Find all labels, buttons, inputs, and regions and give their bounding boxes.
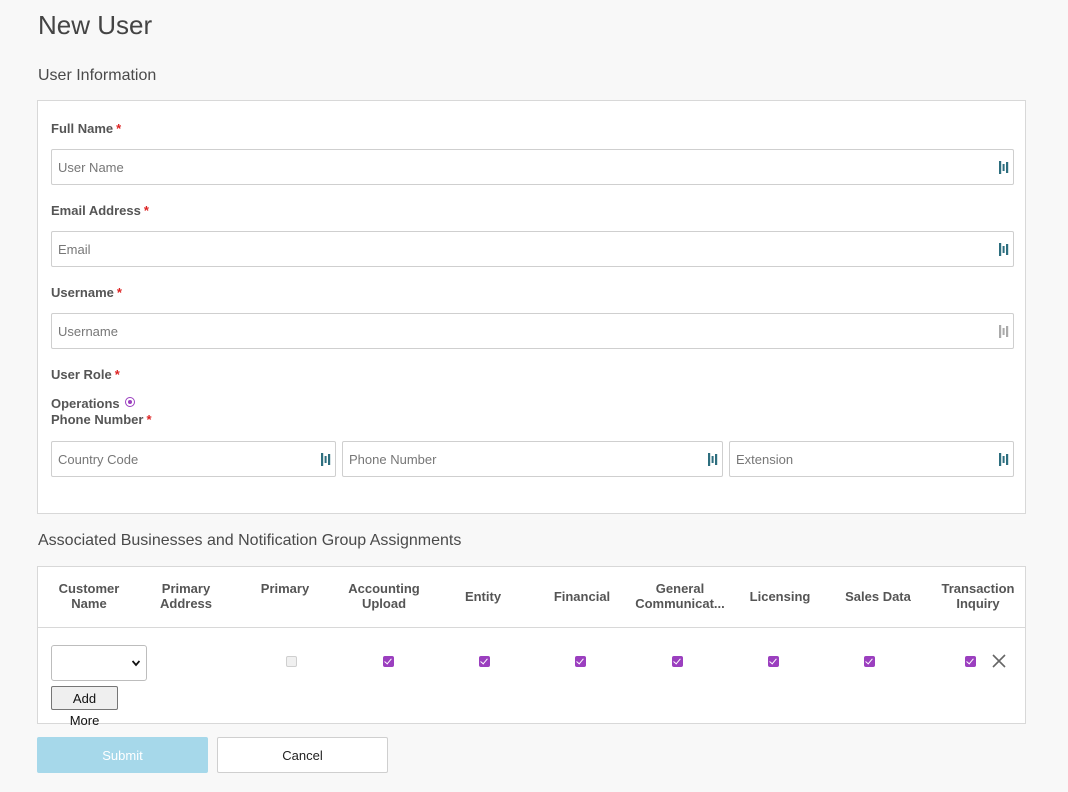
phone-number-field[interactable] (342, 441, 723, 477)
column-header-financial: Financial (553, 589, 611, 604)
customer-name-select[interactable] (51, 645, 147, 681)
general-communications-checkbox[interactable] (672, 656, 683, 667)
financial-checkbox[interactable] (575, 656, 586, 667)
required-marker: * (116, 285, 122, 300)
full-name-label-text: Full Name (51, 121, 114, 136)
password-manager-icon[interactable] (708, 453, 718, 466)
page-title: New User (38, 10, 153, 40)
primary-checkbox[interactable] (286, 656, 297, 667)
password-manager-icon[interactable] (999, 325, 1009, 338)
column-header-sales-data: Sales Data (845, 589, 911, 604)
entity-checkbox[interactable] (479, 656, 490, 667)
cancel-button[interactable]: Cancel (217, 737, 388, 773)
user-role-label: User Role * (51, 367, 120, 382)
column-header-transaction-inquiry: Transaction Inquiry (941, 581, 1015, 611)
column-header-licensing: Licensing (749, 589, 811, 604)
accounting-upload-checkbox[interactable] (383, 656, 394, 667)
submit-button[interactable]: Submit (37, 737, 208, 773)
country-code-field[interactable] (51, 441, 336, 477)
required-marker: * (116, 121, 122, 136)
password-manager-icon[interactable] (321, 453, 331, 466)
email-field[interactable] (51, 231, 1014, 267)
chevron-down-icon (132, 660, 140, 667)
email-label: Email Address * (51, 203, 149, 218)
username-field[interactable] (51, 313, 1014, 349)
close-icon[interactable] (991, 653, 1007, 669)
username-label: Username * (51, 285, 122, 300)
user-information-panel: Full Name* Email Address* Username* User… (37, 100, 1026, 514)
section-title-user-information: User Information (38, 67, 157, 84)
username-input[interactable] (52, 314, 983, 348)
full-name-label: Full Name * (51, 121, 121, 136)
password-manager-icon[interactable] (999, 453, 1009, 466)
required-marker: * (114, 367, 120, 382)
user-role-label-text: User Role (51, 367, 112, 382)
password-manager-icon[interactable] (999, 161, 1009, 174)
sales-data-checkbox[interactable] (864, 656, 875, 667)
column-header-primary-address: Primary Address (159, 581, 213, 611)
country-code-input[interactable] (52, 442, 305, 476)
required-marker: * (146, 412, 152, 427)
full-name-input[interactable] (52, 150, 983, 184)
full-name-field[interactable] (51, 149, 1014, 185)
transaction-inquiry-checkbox[interactable] (965, 656, 976, 667)
username-label-text: Username (51, 285, 114, 300)
column-header-entity: Entity (464, 589, 502, 604)
phone-number-label: Phone Number * (51, 412, 152, 427)
user-role-option-label: Operations (51, 396, 120, 411)
section-title-assignments: Associated Businesses and Notification G… (38, 532, 462, 549)
header-divider (38, 627, 1025, 628)
email-label-text: Email Address (51, 203, 141, 218)
column-header-primary: Primary (260, 581, 310, 596)
phone-number-label-text: Phone Number (51, 412, 144, 427)
add-more-button[interactable]: Add More (51, 686, 118, 728)
phone-number-input[interactable] (343, 442, 692, 476)
column-header-customer-name: Customer Name (58, 581, 120, 611)
password-manager-icon[interactable] (999, 243, 1009, 256)
required-marker: * (143, 203, 149, 218)
extension-field[interactable] (729, 441, 1014, 477)
radio-button[interactable] (124, 397, 135, 407)
email-input[interactable] (52, 232, 983, 266)
column-header-accounting-upload: Accounting Upload (348, 581, 420, 611)
licensing-checkbox[interactable] (768, 656, 779, 667)
column-header-general-communications: General Communicat... (635, 581, 725, 611)
extension-input[interactable] (730, 442, 983, 476)
user-role-option-operations[interactable]: Operations (51, 396, 135, 411)
assignments-table: Customer Name Primary Address Primary Ac… (37, 566, 1026, 728)
